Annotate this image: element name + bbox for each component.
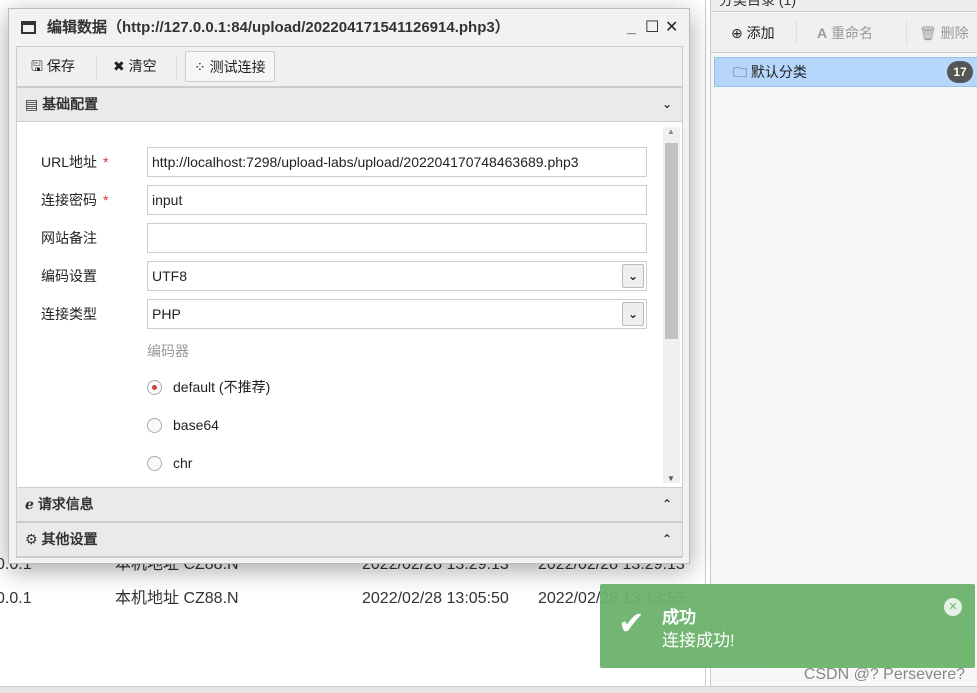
category-panel-title: 分类目录 (1) <box>711 0 977 12</box>
encoding-select[interactable]: UTF8 ⌄ <box>147 261 647 291</box>
checkmark-icon: ✔ <box>618 605 645 641</box>
minimize-button[interactable]: _ <box>627 9 636 46</box>
close-button[interactable]: ✕ <box>665 9 678 46</box>
rename-category-button[interactable]: A 重命名 <box>817 13 873 53</box>
toast-message: 连接成功! <box>662 631 735 650</box>
plus-circle-icon: ⊕ <box>731 25 743 41</box>
add-category-button[interactable]: ⊕ 添加 <box>731 13 775 53</box>
scroll-up-icon[interactable]: ▲ <box>667 127 675 136</box>
password-input[interactable]: input <box>147 185 647 215</box>
chevron-up-icon: ⌃ <box>661 497 672 511</box>
file-icon: ▤ <box>25 96 39 112</box>
encoder-radio-chr[interactable] <box>147 456 162 471</box>
edit-data-dialog: 编辑数据（http://127.0.0.1:84/upload/20220417… <box>8 8 690 564</box>
section-basic-header[interactable]: ▤ 基础配置 ⌄ <box>17 87 682 122</box>
section-other-header[interactable]: ⚙ 其他设置 ⌃ <box>17 522 682 557</box>
success-toast: ✔ 成功 连接成功! ✕ <box>600 584 975 668</box>
chevron-up-icon: ⌃ <box>661 532 672 546</box>
folder-icon: 🗀 <box>733 64 747 80</box>
scrollbar-thumb[interactable] <box>665 143 678 339</box>
encoder-radio-base64[interactable] <box>147 418 162 433</box>
encoder-label: 编码器 <box>147 343 189 359</box>
x-icon: ✖ <box>113 58 125 74</box>
save-button[interactable]: 🖫 保存 <box>23 51 83 82</box>
watermark: CSDN @? Persevere? <box>803 666 965 683</box>
save-icon: 🖫 <box>31 58 43 74</box>
scroll-down-icon[interactable]: ▼ <box>667 474 675 483</box>
chevron-down-icon[interactable]: ⌄ <box>622 302 644 326</box>
delete-category-button[interactable]: 🗑 删除 <box>919 13 969 53</box>
maximize-button[interactable]: ☐ <box>645 9 659 46</box>
spinner-icon: ⁘ <box>194 59 206 75</box>
encoder-radio-default[interactable] <box>147 380 162 395</box>
category-item-default[interactable]: 🗀 默认分类 17 <box>714 57 977 87</box>
toast-close-icon[interactable]: ✕ <box>944 598 962 616</box>
basic-config-form: URL地址 * http://localhost:7298/upload-labs… <box>17 123 682 487</box>
ie-icon: ℯ <box>25 496 34 512</box>
dialog-title: 编辑数据（http://127.0.0.1:84/upload/20220417… <box>47 19 510 36</box>
toast-title: 成功 <box>662 608 696 627</box>
dialog-toolbar: 🖫 保存 ✖ 清空 ⁘ 测试连接 <box>17 47 682 87</box>
category-toolbar: ⊕ 添加 A 重命名 🗑 删除 <box>711 13 977 53</box>
font-icon: A <box>817 25 828 41</box>
gears-icon: ⚙ <box>25 531 38 547</box>
clear-button[interactable]: ✖ 清空 <box>105 51 165 82</box>
url-input[interactable]: http://localhost:7298/upload-labs/upload… <box>147 147 647 177</box>
form-scrollbar[interactable]: ▲ ▼ <box>663 127 680 483</box>
connection-type-select[interactable]: PHP ⌄ <box>147 299 647 329</box>
note-input[interactable] <box>147 223 647 253</box>
count-badge: 17 <box>947 61 973 83</box>
chevron-down-icon[interactable]: ⌄ <box>622 264 644 288</box>
status-bar <box>0 686 977 693</box>
chevron-down-icon: ⌄ <box>661 97 672 111</box>
section-request-header[interactable]: ℯ 请求信息 ⌃ <box>17 487 682 522</box>
trash-icon: 🗑 <box>919 25 937 41</box>
test-connection-button[interactable]: ⁘ 测试连接 <box>185 51 275 82</box>
